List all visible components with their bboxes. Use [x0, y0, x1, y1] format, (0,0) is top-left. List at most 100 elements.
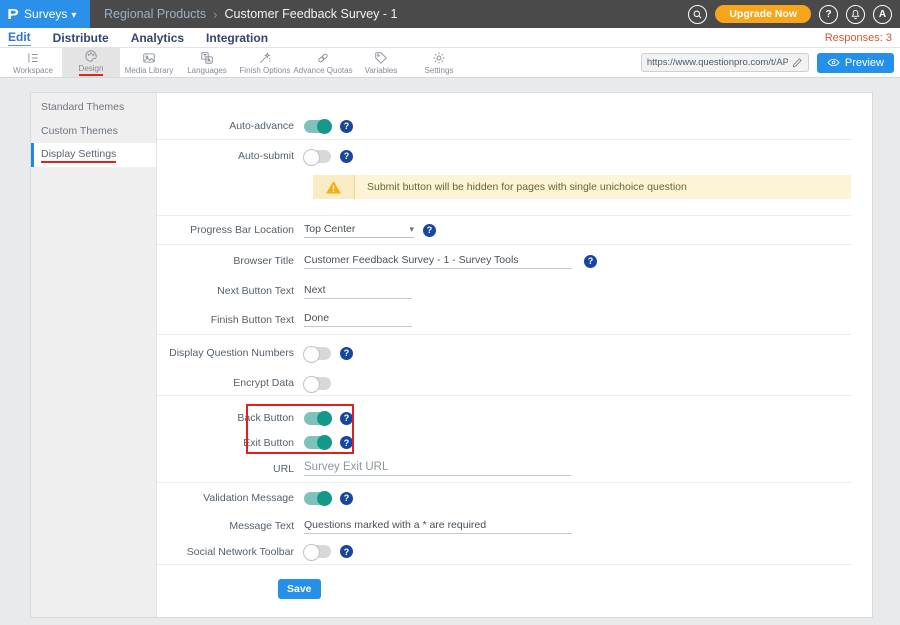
design-settings-card: Standard Themes Custom Themes Display Se…	[30, 92, 873, 618]
sidebar-item-standard-themes[interactable]: Standard Themes	[31, 95, 156, 119]
tag-icon	[374, 51, 388, 65]
search-button[interactable]	[688, 5, 707, 24]
image-icon	[142, 51, 156, 65]
progress-bar-select[interactable]: Top Center	[304, 223, 414, 238]
help-icon[interactable]: ?	[340, 347, 353, 360]
edit-pencil-icon[interactable]	[792, 57, 803, 68]
tab-media-library[interactable]: Media Library	[120, 48, 178, 77]
next-button-text-input[interactable]	[304, 284, 412, 299]
sidebar-item-custom-themes[interactable]: Custom Themes	[31, 119, 156, 143]
preview-button[interactable]: Preview	[817, 53, 894, 73]
auto-submit-row: Auto-submit ?	[157, 140, 851, 172]
question-numbers-toggle[interactable]	[304, 347, 331, 360]
display-settings-form: Auto-advance ? Auto-submit ?	[157, 93, 872, 617]
translate-icon	[200, 51, 214, 65]
nav-tab-analytics[interactable]: Analytics	[131, 31, 184, 45]
browser-title-row: Browser Title ?	[157, 245, 851, 277]
notifications-button[interactable]	[846, 5, 865, 24]
help-icon[interactable]: ?	[423, 224, 436, 237]
warning-triangle-icon	[325, 179, 342, 196]
tab-design[interactable]: Design	[62, 48, 120, 77]
help-icon[interactable]: ?	[340, 545, 353, 558]
topbar-actions: Upgrade Now ? A	[688, 5, 900, 24]
help-icon[interactable]: ?	[340, 436, 353, 449]
exit-button-row: Exit Button ?	[157, 430, 851, 455]
social-toolbar-toggle[interactable]	[304, 545, 331, 558]
exit-button-toggle[interactable]	[304, 436, 331, 449]
exit-url-row: URL	[157, 455, 851, 483]
submit-hidden-warning: Submit button will be hidden for pages w…	[313, 175, 851, 199]
survey-url-input[interactable]	[647, 57, 788, 68]
chain-links-icon	[316, 51, 330, 65]
questionpro-logo-icon: P	[7, 7, 19, 22]
workspace-icon	[26, 51, 40, 65]
surveys-menu-label: Surveys	[24, 7, 67, 21]
gear-icon	[432, 51, 446, 65]
warning-text: Submit button will be hidden for pages w…	[355, 175, 687, 199]
bell-icon	[850, 9, 861, 20]
warning-icon-cell	[313, 175, 355, 199]
tab-finish-options[interactable]: Finish Options	[236, 48, 294, 77]
validation-message-toggle[interactable]	[304, 492, 331, 505]
account-avatar[interactable]: A	[873, 5, 892, 24]
responses-count-link[interactable]: Responses: 3	[825, 32, 892, 44]
page-background: Standard Themes Custom Themes Display Se…	[0, 78, 900, 624]
validation-message-row: Validation Message ?	[157, 483, 851, 513]
social-toolbar-row: Social Network Toolbar ?	[157, 539, 851, 565]
magic-wand-icon	[258, 51, 272, 65]
toolbar-right: Preview	[641, 48, 896, 77]
encrypt-data-row: Encrypt Data	[157, 371, 851, 396]
survey-nav: Edit Distribute Analytics Integration Re…	[0, 28, 900, 48]
breadcrumb: Regional Products › Customer Feedback Su…	[104, 7, 398, 22]
breadcrumb-separator: ›	[213, 7, 217, 22]
message-text-row: Message Text	[157, 513, 851, 539]
auto-advance-row: Auto-advance ?	[157, 113, 851, 140]
edit-toolbar: Workspace Design Media Library Languages…	[0, 48, 900, 78]
search-icon	[692, 9, 703, 20]
nav-tab-distribute[interactable]: Distribute	[53, 31, 109, 45]
help-icon[interactable]: ?	[340, 150, 353, 163]
survey-url-box[interactable]	[641, 53, 809, 72]
question-mark-icon: ?	[825, 9, 831, 20]
help-icon[interactable]: ?	[340, 492, 353, 505]
sidebar-item-display-settings[interactable]: Display Settings	[31, 143, 156, 167]
palette-icon	[84, 49, 98, 63]
browser-title-input[interactable]	[304, 254, 572, 269]
tab-languages[interactable]: Languages	[178, 48, 236, 77]
tab-settings[interactable]: Settings	[410, 48, 468, 77]
encrypt-data-toggle[interactable]	[304, 377, 331, 390]
upgrade-now-button[interactable]: Upgrade Now	[715, 5, 811, 24]
tab-workspace[interactable]: Workspace	[4, 48, 62, 77]
nav-tab-integration[interactable]: Integration	[206, 31, 268, 45]
nav-tab-edit[interactable]: Edit	[8, 30, 31, 46]
chevron-down-icon	[71, 7, 76, 21]
back-button-toggle[interactable]	[304, 412, 331, 425]
help-button[interactable]: ?	[819, 5, 838, 24]
back-exit-group: Back Button ? Exit Button ?	[157, 396, 851, 455]
exit-url-input[interactable]	[304, 461, 571, 476]
help-icon[interactable]: ?	[340, 120, 353, 133]
question-numbers-row: Display Question Numbers ?	[157, 335, 851, 371]
breadcrumb-parent-link[interactable]: Regional Products	[104, 7, 206, 21]
finish-button-text-row: Finish Button Text	[157, 305, 851, 335]
eye-icon	[827, 56, 840, 69]
back-button-row: Back Button ?	[157, 406, 851, 430]
help-icon[interactable]: ?	[340, 412, 353, 425]
app-logo-area[interactable]: P Surveys	[0, 0, 90, 28]
breadcrumb-current: Customer Feedback Survey - 1	[225, 7, 398, 21]
message-text-input[interactable]	[304, 519, 572, 534]
help-icon[interactable]: ?	[584, 255, 597, 268]
auto-submit-toggle[interactable]	[304, 150, 331, 163]
surveys-menu[interactable]: Surveys	[24, 7, 76, 21]
avatar-letter: A	[879, 9, 886, 20]
auto-advance-toggle[interactable]	[304, 120, 331, 133]
design-sidebar: Standard Themes Custom Themes Display Se…	[31, 93, 157, 617]
finish-button-text-input[interactable]	[304, 312, 412, 327]
top-bar: P Surveys Regional Products › Customer F…	[0, 0, 900, 28]
chevron-down-icon	[409, 223, 414, 235]
next-button-text-row: Next Button Text	[157, 277, 851, 305]
tab-variables[interactable]: Variables	[352, 48, 410, 77]
tab-advance-quotas[interactable]: Advance Quotas	[294, 48, 352, 77]
progress-bar-row: Progress Bar Location Top Center ?	[157, 215, 851, 245]
save-button[interactable]: Save	[278, 579, 321, 599]
